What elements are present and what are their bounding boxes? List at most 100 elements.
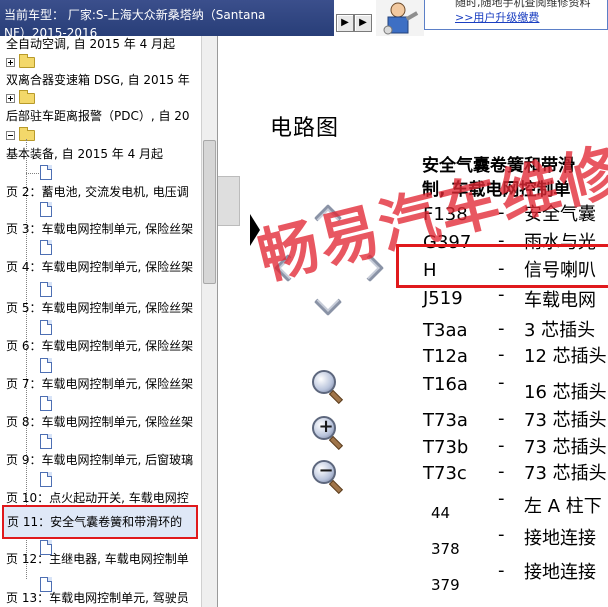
page-label: 页 8：车载电网控制单元, 保险丝架: [6, 415, 194, 429]
page-icon: [40, 434, 52, 449]
highlight-box: [396, 244, 608, 288]
legend-desc: 12 芯插头: [524, 346, 607, 367]
legend-desc: 3 芯插头: [524, 320, 596, 341]
tree-page-item[interactable]: 页 7：车载电网控制单元, 保险丝架: [0, 357, 201, 395]
page-label: 页 12：主继电器, 车载电网控制单: [6, 552, 189, 566]
page-icon: [40, 358, 52, 373]
triangle-right-icon[interactable]: [250, 214, 260, 246]
nav-next-button[interactable]: ▶: [354, 14, 372, 32]
chevron-up-icon[interactable]: [313, 203, 343, 233]
page-label: 页 2：蓄电池, 交流发电机, 电压调: [6, 185, 189, 199]
scrollbar-thumb[interactable]: [203, 140, 216, 284]
collapse-icon[interactable]: [6, 131, 15, 140]
legend-code: T12a: [423, 346, 468, 367]
tree-page-item[interactable]: 页 2：蓄电池, 交流发电机, 电压调: [0, 164, 201, 200]
tree-page-item[interactable]: 页 10：点火起动开关, 车载电网控: [0, 471, 201, 507]
legend-dash: -: [498, 461, 505, 482]
zoom-out-icon[interactable]: −: [312, 460, 348, 496]
folder-icon: [19, 127, 35, 141]
folder-icon: [19, 90, 35, 104]
sidebar-scrollbar[interactable]: [201, 36, 217, 607]
zoom-in-icon[interactable]: +: [312, 416, 348, 452]
play-icon: ▶: [341, 17, 349, 28]
chevron-left-icon[interactable]: [273, 253, 303, 283]
legend-desc: 16 芯插头: [524, 382, 607, 403]
page-label: 页 7：车载电网控制单元, 保险丝架: [6, 377, 194, 391]
legend-heading-line1: 安全气囊卷簧和带滑: [422, 156, 575, 176]
chevron-down-icon[interactable]: [313, 287, 343, 317]
panel-toggle-tab[interactable]: [218, 176, 240, 226]
legend-code: J519: [423, 288, 463, 309]
legend-desc: 安全气囊: [524, 204, 596, 225]
upgrade-link[interactable]: >>用户升级缴费: [455, 11, 607, 24]
page-label: 页 9：车载电网控制单元, 后窗玻璃: [6, 453, 194, 467]
tree-item[interactable]: 基本装备, 自 2015 年 4 月起: [0, 146, 201, 166]
model-title-line2: NF）2015-2016: [4, 26, 98, 36]
play-icon: ▶: [359, 17, 367, 28]
nav-prev-button[interactable]: ▶: [336, 14, 354, 32]
legend-heading: 安全气囊卷簧和带滑 制, 车载电网控制单: [422, 154, 575, 202]
tree-page-item[interactable]: 页 12：主继电器, 车载电网控制单: [0, 539, 201, 577]
magnifier-icon[interactable]: [312, 370, 348, 406]
tree-guide-line: [26, 173, 39, 174]
tree-folder-row[interactable]: [0, 127, 201, 147]
legend-code: 44: [431, 504, 451, 522]
model-title-line1: 当前车型： 厂家:S-上海大众新桑塔纳（Santana: [4, 8, 266, 22]
tree-item[interactable]: 后部驻车距离报警（PDC）, 自 20: [0, 108, 201, 128]
legend-code: T73c: [423, 463, 467, 484]
promo-text: 随时,随地手机查阅维修资料: [455, 0, 591, 9]
page-label: 页 11：安全气囊卷簧和带滑环的: [7, 515, 183, 529]
legend-dash: -: [498, 560, 505, 581]
legend-dash: -: [498, 524, 505, 545]
tree-item-label: 后部驻车距离报警（PDC）, 自 20: [6, 109, 190, 123]
legend-desc: 车载电网: [524, 290, 596, 311]
page-label: 页 3：车载电网控制单元, 保险丝架: [6, 222, 194, 236]
chevron-right-icon[interactable]: [355, 253, 385, 283]
legend-code: T16a: [423, 374, 468, 395]
section-title: 电路图: [270, 116, 340, 141]
tree-folder-row[interactable]: [0, 90, 201, 110]
document-pane: 电路图 安全气囊卷簧和带滑 制, 车载电网控制单 F138 - 安全气囊 G39…: [218, 36, 608, 607]
tree-page-item[interactable]: 页 9：车载电网控制单元, 后窗玻璃: [0, 433, 201, 471]
legend-code: F138: [423, 204, 468, 225]
page-icon: [40, 165, 52, 180]
legend-dash: -: [498, 318, 505, 339]
tree-item[interactable]: 全自动空调, 自 2015 年 4 月起: [0, 36, 201, 56]
legend-desc: 接地连接: [524, 562, 596, 583]
tree-page-item[interactable]: 页 5：车载电网控制单元, 保险丝架: [0, 277, 201, 319]
expand-icon[interactable]: [6, 94, 15, 103]
tree-item[interactable]: 双离合器变速箱 DSG, 自 2015 年: [0, 72, 201, 92]
legend-heading-line2: 制, 车载电网控制单: [422, 180, 571, 200]
mechanic-icon: [376, 0, 424, 36]
tree-item-label: 基本装备, 自 2015 年 4 月起: [6, 147, 164, 161]
page-icon: [40, 472, 52, 487]
legend-dash: -: [498, 408, 505, 429]
legend-code: T73b: [423, 437, 469, 458]
page-label: 页 5：车载电网控制单元, 保险丝架: [6, 301, 194, 315]
page-label: 页 4：车载电网控制单元, 保险丝架: [6, 260, 194, 274]
legend-code: 378: [431, 540, 460, 558]
legend-desc: 73 芯插头: [524, 410, 607, 431]
legend-code: T3aa: [423, 320, 468, 341]
tree-page-item[interactable]: 页 13：车载电网控制单元, 驾驶员: [0, 576, 201, 606]
tree-page-item[interactable]: 页 4：车载电网控制单元, 保险丝架: [0, 239, 201, 277]
legend-desc: 73 芯插头: [524, 437, 607, 458]
selected-page-item[interactable]: 页 11：安全气囊卷簧和带滑环的: [2, 505, 198, 539]
legend-code: 379: [431, 576, 460, 594]
chapter-tree: 全自动空调, 自 2015 年 4 月起 双离合器变速箱 DSG, 自 2015…: [0, 36, 201, 607]
tree-page-item[interactable]: 页 6：车载电网控制单元, 保险丝架: [0, 319, 201, 357]
promo-box: 随时,随地手机查阅维修资料 >>用户升级缴费: [424, 0, 608, 30]
legend-dash: -: [498, 488, 505, 509]
legend-dash: -: [498, 435, 505, 456]
tree-page-item[interactable]: 页 8：车载电网控制单元, 保险丝架: [0, 395, 201, 433]
page-label: 页 10：点火起动开关, 车载电网控: [6, 491, 189, 505]
page-label: 页 6：车载电网控制单元, 保险丝架: [6, 339, 194, 353]
page-label: 页 13：车载电网控制单元, 驾驶员: [6, 591, 189, 605]
legend-dash: -: [498, 372, 505, 393]
legend-desc: 接地连接: [524, 528, 596, 549]
expand-icon[interactable]: [6, 58, 15, 67]
legend-dash: -: [498, 344, 505, 365]
tree-page-item[interactable]: 页 3：车载电网控制单元, 保险丝架: [0, 201, 201, 239]
tree-folder-row[interactable]: [0, 54, 201, 74]
legend-desc: 73 芯插头: [524, 463, 607, 484]
